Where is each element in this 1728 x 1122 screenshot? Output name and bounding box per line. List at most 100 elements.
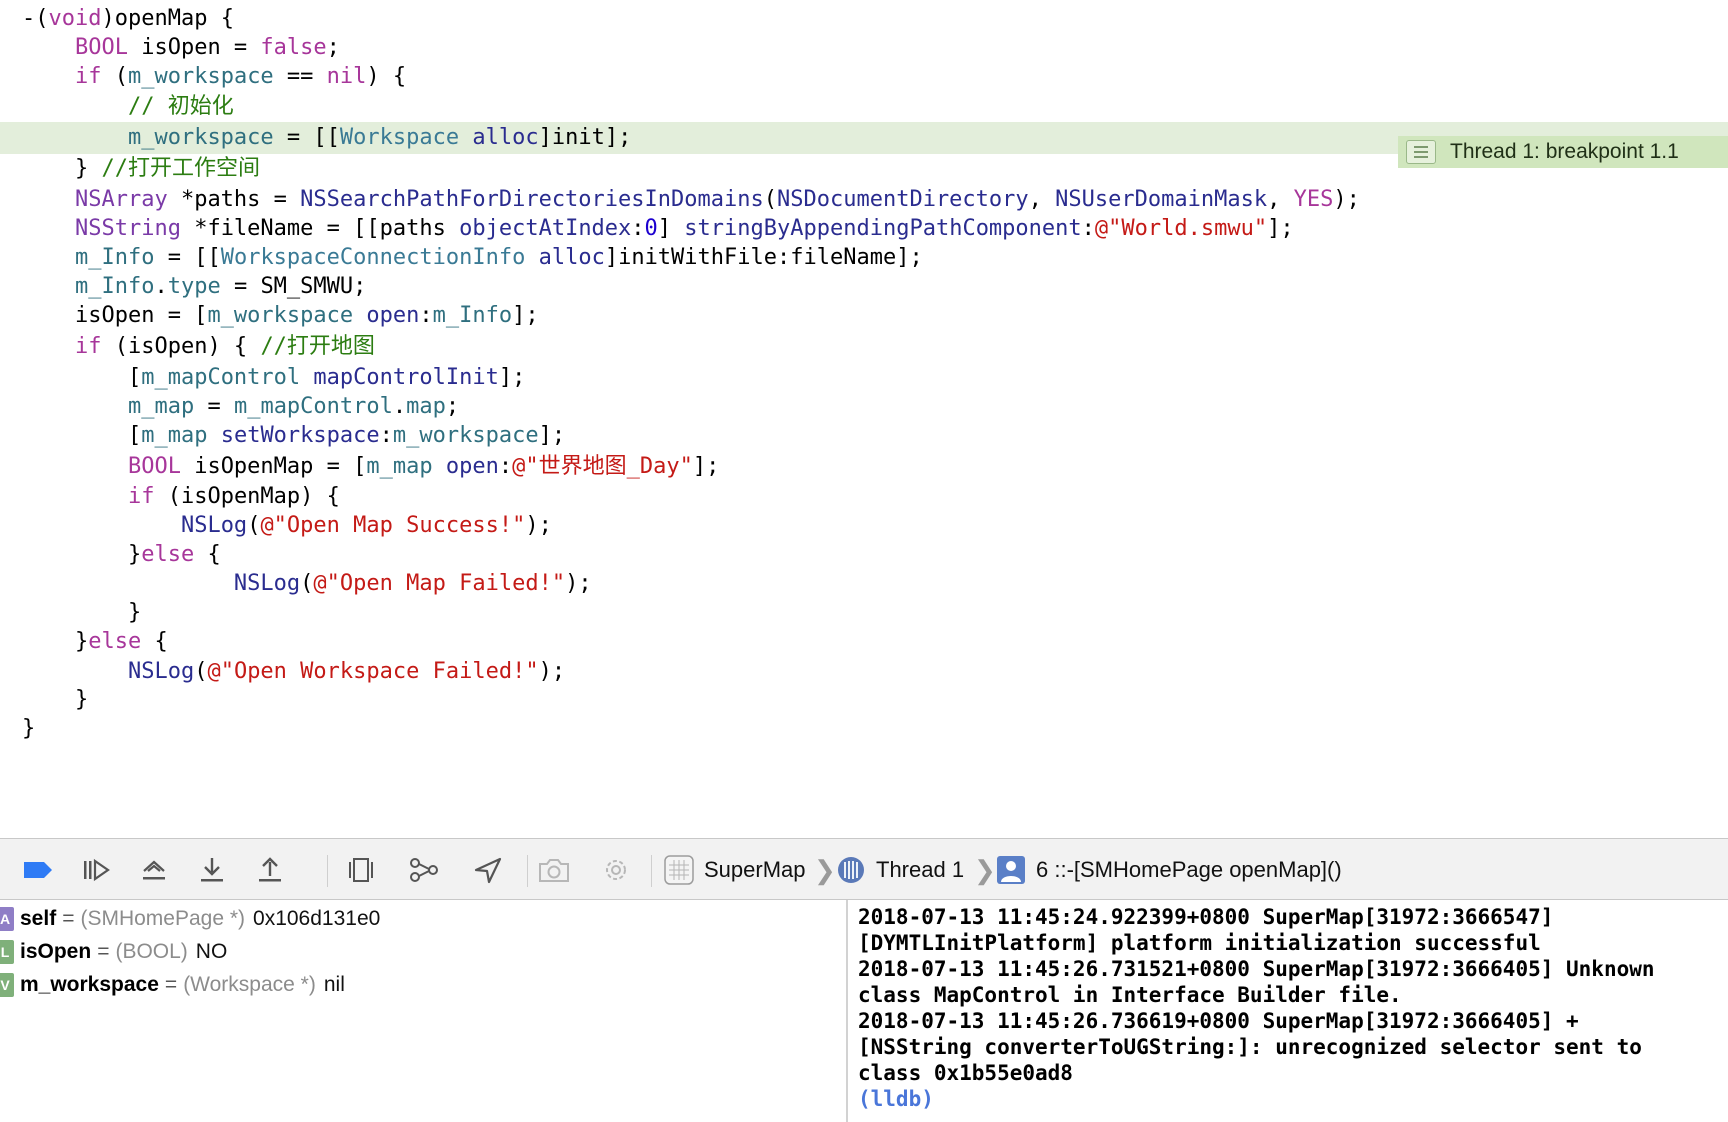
code-text: if (isOpenMap) { <box>22 481 340 513</box>
continue-button[interactable] <box>72 839 120 901</box>
code-token: NSLog <box>180 513 248 538</box>
equals-sign: = <box>164 973 178 996</box>
code-token: Workspace <box>339 125 460 150</box>
variable-row[interactable]: Aself = (SMHomePage *) 0x106d131e0 <box>0 902 380 936</box>
continue-icon <box>84 858 110 882</box>
code-token: , <box>1267 187 1294 212</box>
code-line[interactable]: m_Info.type = SM_SMWU; <box>0 271 1728 303</box>
code-editor[interactable]: -(void)openMap { BOOL isOpen = false; if… <box>0 0 1728 838</box>
code-token: open <box>445 454 499 479</box>
breakpoints-toggle-button[interactable] <box>14 839 62 901</box>
variable-name: self <box>20 907 57 930</box>
code-token: map <box>406 394 446 419</box>
simulate-location-button[interactable] <box>464 839 512 901</box>
code-line[interactable]: m_map = m_mapControl.map; <box>0 391 1728 423</box>
breakpoint-annotation[interactable]: Thread 1: breakpoint 1.1 <box>1398 136 1728 168</box>
breadcrumb-app[interactable]: SuperMap <box>664 839 806 901</box>
code-token: ; <box>326 35 340 60</box>
code-line[interactable]: [m_mapControl mapControlInit]; <box>0 362 1728 394</box>
gear-icon <box>606 860 626 880</box>
step-into-button[interactable] <box>188 839 236 901</box>
code-line[interactable]: } <box>0 713 1728 745</box>
step-out-button[interactable] <box>246 839 294 901</box>
code-token: ); <box>525 513 552 538</box>
code-line[interactable]: isOpen = [m_workspace open:m_Info]; <box>0 300 1728 332</box>
code-token: m_workspace <box>207 303 354 328</box>
code-line[interactable]: if (isOpenMap) { <box>0 481 1728 513</box>
code-line[interactable]: NSLog(@"Open Map Failed!"); <box>0 568 1728 600</box>
environment-overrides-button[interactable] <box>592 839 640 901</box>
variable-value: 0x106d131e0 <box>253 907 381 930</box>
code-token: NSLog <box>127 659 195 684</box>
console-line: class MapControl in Interface Builder fi… <box>858 983 1402 1007</box>
code-line[interactable]: // 初始化 <box>0 91 1728 123</box>
code-token: ( <box>194 659 208 684</box>
code-text: BOOL isOpenMap = [m_map open:@"世界地图_Day"… <box>22 451 719 483</box>
console-line: 2018-07-13 11:45:24.922399+0800 SuperMap… <box>858 905 1554 929</box>
code-token: : <box>631 216 645 241</box>
code-line[interactable]: }else { <box>0 626 1728 658</box>
user-frame-icon <box>997 856 1025 884</box>
code-text: // 初始化 <box>22 91 234 123</box>
code-token: (isOpenMap) { <box>154 484 340 509</box>
variables-view[interactable]: Aself = (SMHomePage *) 0x106d131e0 LisOpen =(… <box>0 900 846 1122</box>
code-line[interactable]: m_Info = [[WorkspaceConnectionInfo alloc… <box>0 242 1728 274</box>
code-token: -( <box>22 6 49 31</box>
code-line[interactable]: NSArray *paths = NSSearchPathForDirector… <box>0 184 1728 216</box>
memory-graph-button[interactable] <box>400 839 448 901</box>
code-text: m_workspace = [[Workspace alloc]init]; <box>22 122 631 154</box>
code-line[interactable]: BOOL isOpen = false; <box>0 32 1728 64</box>
code-token: // 初始化 <box>127 94 234 119</box>
thread-icon <box>838 857 864 883</box>
code-token: ); <box>538 659 566 684</box>
variable-kind-icon: V <box>0 973 14 997</box>
code-line[interactable]: NSString *fileName = [[paths objectAtInd… <box>0 213 1728 245</box>
code-token: ]initWithFile:fileName]; <box>604 245 923 270</box>
code-token: = [[ <box>273 125 340 150</box>
variable-row[interactable]: LisOpen = (BOOL) NO <box>0 935 227 969</box>
lldb-prompt[interactable]: (lldb) <box>858 1086 1720 1112</box>
variable-type: (SMHomePage *) <box>80 907 246 930</box>
code-text: m_Info.type = SM_SMWU; <box>22 271 366 303</box>
code-text: [m_mapControl mapControlInit]; <box>22 362 525 394</box>
code-line[interactable]: } <box>0 597 1728 629</box>
pane-divider[interactable] <box>846 900 848 1122</box>
code-line[interactable]: -(void)openMap { <box>0 3 1728 35</box>
code-token: BOOL <box>127 454 181 479</box>
code-token: ]; <box>1267 216 1294 241</box>
console-line: 2018-07-13 11:45:26.736619+0800 SuperMap… <box>858 1009 1579 1033</box>
code-token: [ <box>22 365 142 390</box>
step-over-button[interactable] <box>130 839 178 901</box>
screenshot-button[interactable] <box>530 839 578 901</box>
code-line[interactable]: [m_map setWorkspace:m_workspace]; <box>0 420 1728 452</box>
code-token: void <box>48 6 102 31</box>
code-line[interactable]: if (m_workspace == nil) { <box>0 61 1728 93</box>
code-line[interactable]: NSLog(@"Open Map Success!"); <box>0 510 1728 542</box>
code-text: } //打开工作空间 <box>22 153 260 185</box>
code-token: ]; <box>512 303 539 328</box>
code-line[interactable]: BOOL isOpenMap = [m_map open:@"世界地图_Day"… <box>0 451 1728 483</box>
code-token: @"World.smwu" <box>1094 216 1268 241</box>
code-line[interactable]: if (isOpen) { //打开地图 <box>0 331 1728 363</box>
breadcrumb-app-label: SuperMap <box>704 857 806 882</box>
debug-view-hierarchy-button[interactable] <box>337 839 385 901</box>
code-token: ]; <box>692 454 720 479</box>
console-line: class 0x1b55e0ad8 <box>858 1061 1073 1085</box>
variable-row[interactable]: Vm_workspace = (Workspace *) nil <box>0 968 345 1002</box>
variable-name: isOpen <box>20 940 92 963</box>
code-token: m_workspace <box>127 125 274 150</box>
simulate-location-icon <box>474 857 502 884</box>
breadcrumb-frame[interactable]: 6 ::-[SMHomePage openMap]() <box>996 839 1342 901</box>
breadcrumb-thread[interactable]: Thread 1 <box>836 839 964 901</box>
code-line[interactable]: }else { <box>0 539 1728 571</box>
debug-console[interactable]: 2018-07-13 11:45:24.922399+0800 SuperMap… <box>858 904 1720 1118</box>
code-token: , <box>1028 187 1056 212</box>
code-token: mapControlInit <box>313 365 499 390</box>
code-token: ( <box>247 513 261 538</box>
code-line[interactable]: } <box>0 684 1728 716</box>
